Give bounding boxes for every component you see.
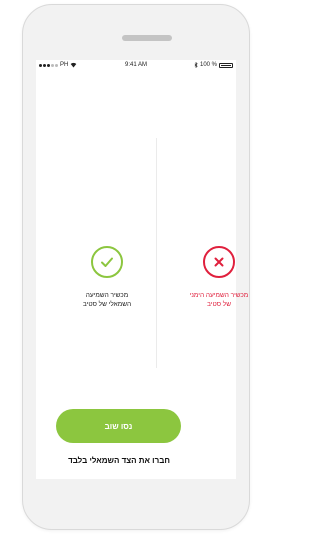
app-screen: PH 9:41 AM 100 % מכשיר השמיעה השמאלי של … xyxy=(36,60,248,479)
battery-percent: 100 % xyxy=(199,62,217,68)
bluetooth-icon xyxy=(194,62,198,68)
connect-left-only-link[interactable]: חברו את הצד השמאלי בלבד xyxy=(36,456,202,465)
right-device-label: מכשיר השמיעה הימני של סטיב xyxy=(174,291,264,309)
center-divider xyxy=(156,138,157,368)
retry-button[interactable]: נסו שוב xyxy=(56,409,181,443)
check-icon xyxy=(101,257,113,267)
left-device-label: מכשיר השמיעה השמאלי של סטיב xyxy=(62,291,152,309)
success-indicator xyxy=(91,246,123,278)
battery-icon xyxy=(219,62,233,68)
status-bar: PH 9:41 AM 100 % xyxy=(36,60,236,72)
right-device-status: מכשיר השמיעה הימני של סטיב xyxy=(174,246,264,309)
phone-speaker xyxy=(122,35,172,41)
right-device-label-line1: מכשיר השמיעה הימני xyxy=(189,292,249,299)
left-device-label-line1: מכשיר השמיעה xyxy=(85,292,129,299)
status-right: 100 % xyxy=(194,62,233,68)
close-icon xyxy=(214,257,224,267)
left-device-status: מכשיר השמיעה השמאלי של סטיב xyxy=(62,246,152,309)
left-device-label-line2: השמאלי של סטיב xyxy=(82,301,132,308)
error-indicator xyxy=(203,246,235,278)
right-device-label-line2: של סטיב xyxy=(207,301,231,308)
